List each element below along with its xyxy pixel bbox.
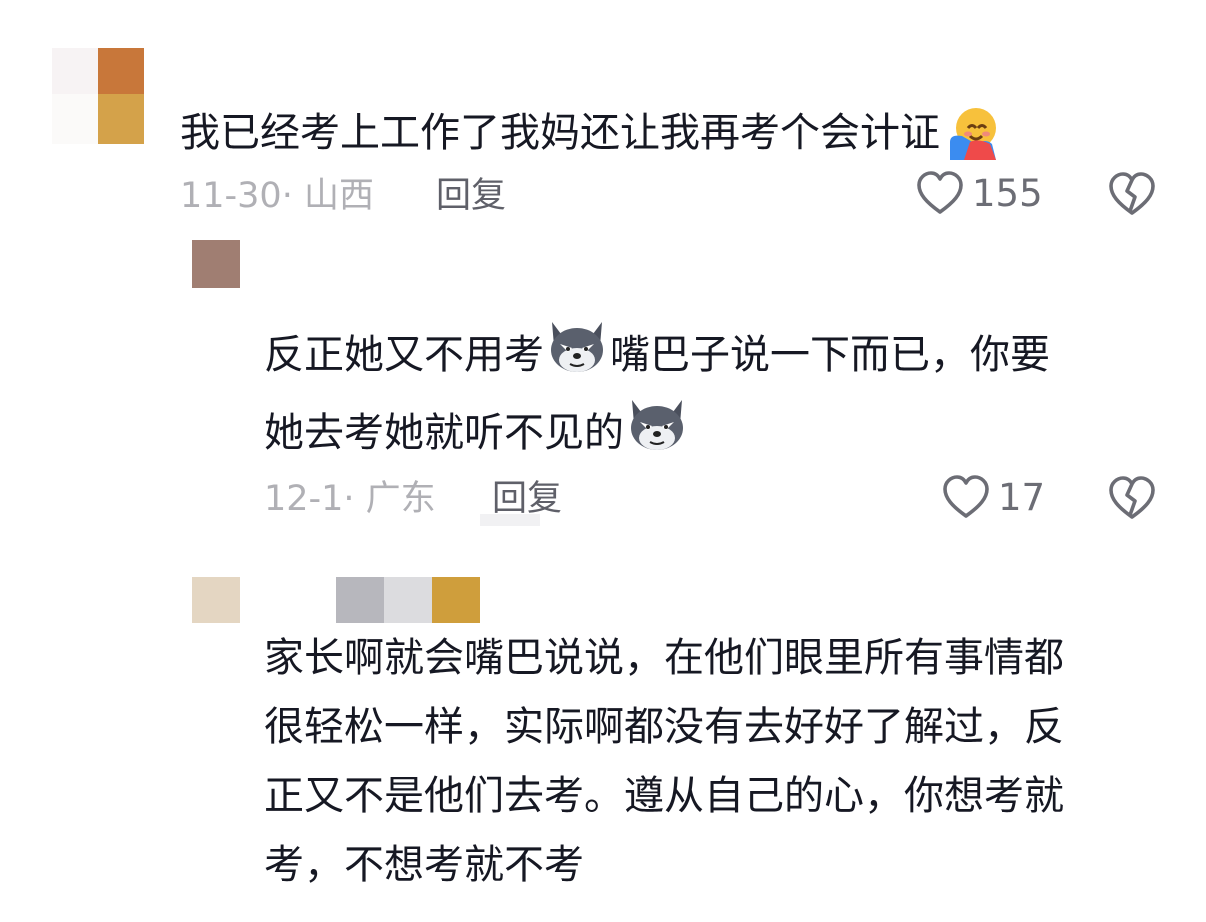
reply-body: 反正她又不用考 嘴巴子说一下而已，你要 她去考她就听不见的 bbox=[264, 318, 1144, 474]
reply-text-line: 考，不想考就不考 bbox=[264, 842, 584, 888]
reply-button[interactable]: 回复 bbox=[436, 176, 506, 216]
reply-text-part: 嘴巴子说一下而已，你要 bbox=[610, 332, 1050, 378]
wolf-face-emoji-icon bbox=[626, 396, 688, 474]
broken-heart-icon[interactable] bbox=[1108, 171, 1156, 217]
comment-thread: 我已经考上工作了我妈还让我再考个会计证 11-30· 山西 回复 155 反正她… bbox=[0, 0, 1206, 922]
reply-button[interactable]: 回复 bbox=[492, 479, 562, 519]
comment-body: 我已经考上工作了我妈还让我再考个会计证 bbox=[180, 104, 1000, 166]
reply-text-line: 很轻松一样，实际啊都没有去好好了解过，反 bbox=[264, 704, 1064, 750]
broken-heart-icon[interactable] bbox=[1108, 475, 1156, 521]
reply-date-location: 12-1· 广东 bbox=[264, 479, 436, 519]
like-count: 17 bbox=[998, 475, 1046, 519]
like-count: 155 bbox=[972, 171, 1043, 215]
wolf-face-emoji-icon bbox=[546, 318, 608, 396]
like-button[interactable]: 17 bbox=[942, 474, 1045, 520]
heart-icon bbox=[943, 475, 989, 518]
reply-text-part: 反正她又不用考 bbox=[264, 332, 544, 378]
reply-text-line: 正又不是他们去考。遵从自己的心，你想考就 bbox=[264, 773, 1064, 819]
reply-text-line: 家长啊就会嘴巴说说，在他们眼里所有事情都 bbox=[264, 635, 1064, 681]
comment-date-location: 11-30· 山西 bbox=[180, 176, 374, 216]
blur-artifact bbox=[480, 514, 540, 526]
reply-body: 家长啊就会嘴巴说说，在他们眼里所有事情都 很轻松一样，实际啊都没有去好好了解过，… bbox=[264, 624, 1144, 900]
like-button[interactable]: 155 bbox=[916, 170, 1043, 216]
heart-icon bbox=[917, 171, 963, 214]
hugging-face-emoji-icon bbox=[942, 104, 998, 166]
reply-text-part: 她去考她就听不见的 bbox=[264, 410, 624, 456]
comment-text: 我已经考上工作了我妈还让我再考个会计证 bbox=[180, 110, 940, 156]
